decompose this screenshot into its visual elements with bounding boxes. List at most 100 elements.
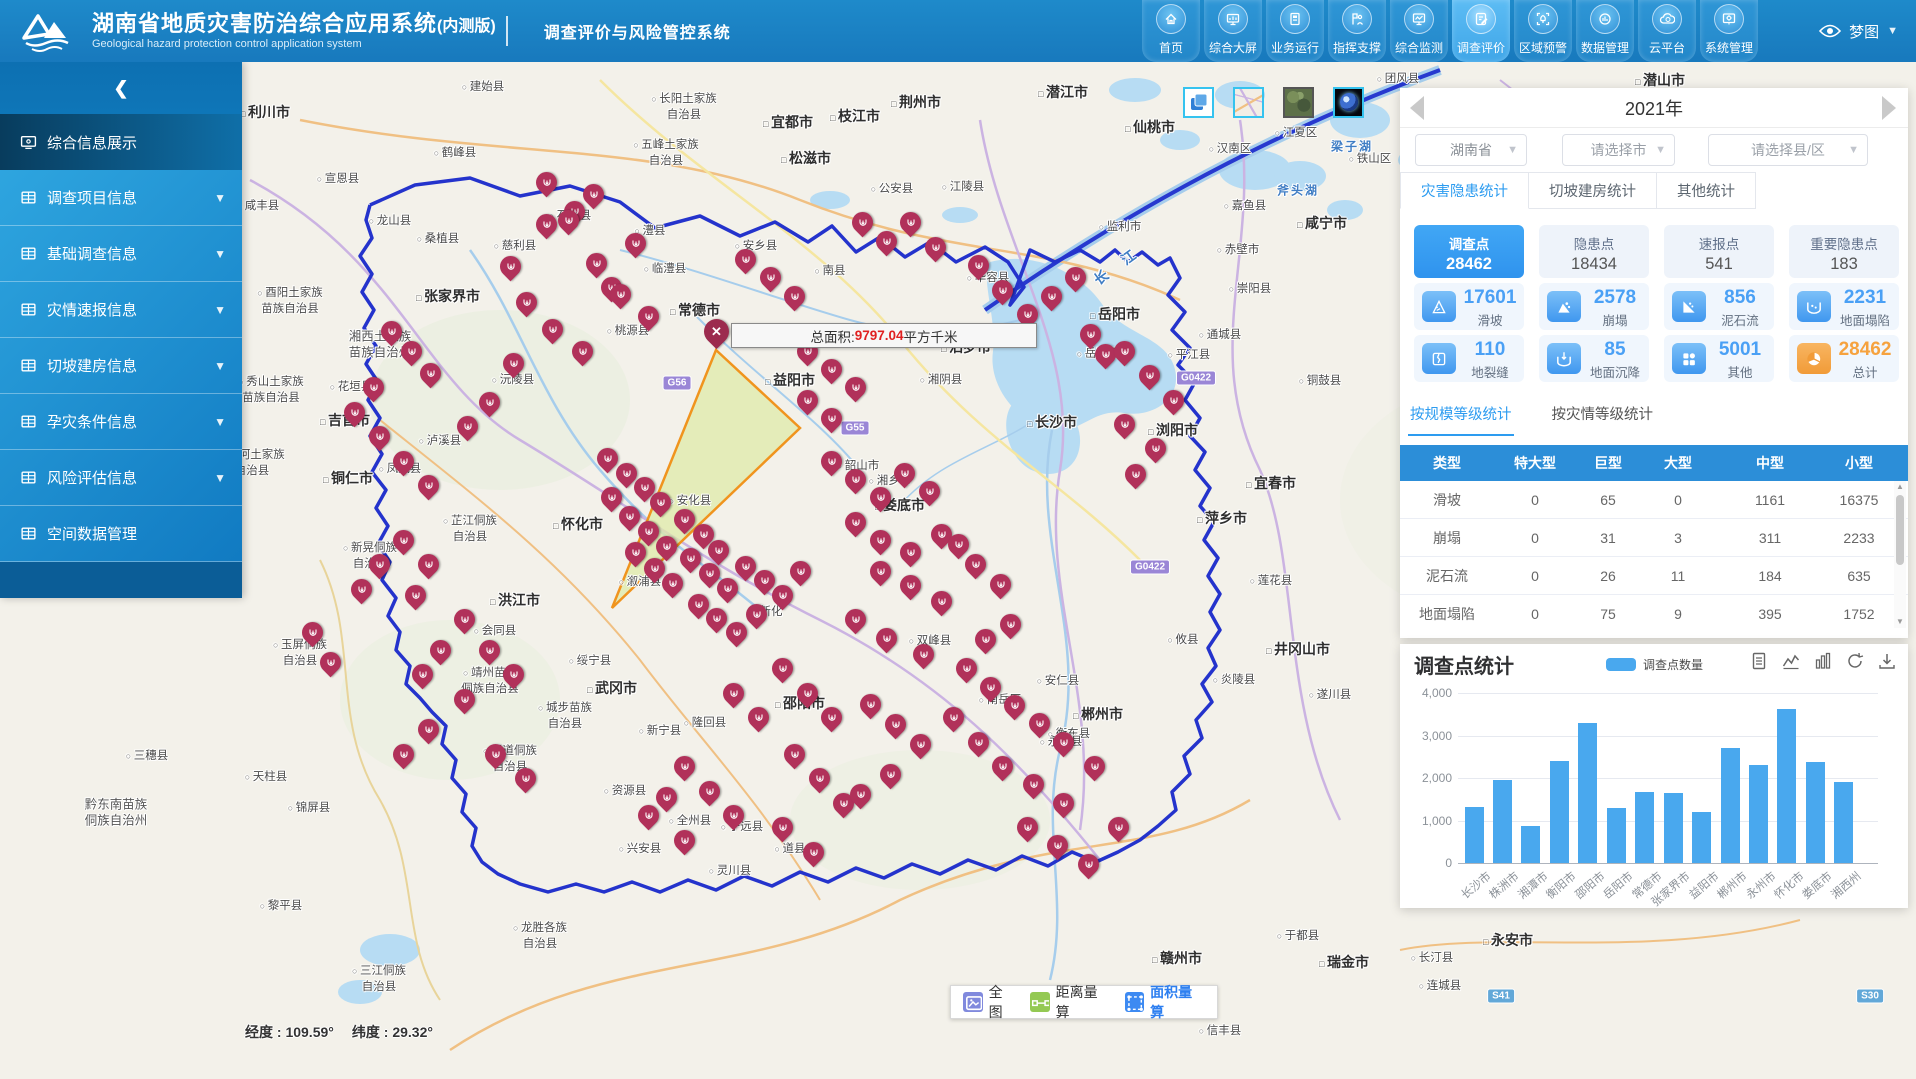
point-card-2[interactable]: 隐患点18434: [1539, 225, 1649, 278]
distance-measure-icon: [1031, 993, 1049, 1011]
bar-怀化市[interactable]: [1777, 709, 1796, 863]
chevron-down-icon: ▼: [214, 415, 226, 429]
menu-grid-icon: [20, 301, 37, 318]
line-chart-icon[interactable]: [1782, 652, 1800, 670]
table-row: 泥石流02611184635: [1400, 557, 1908, 595]
bar-株洲市[interactable]: [1493, 780, 1512, 863]
bar-湘西州[interactable]: [1834, 782, 1853, 863]
nav-tab-2[interactable]: 综合大屏: [1204, 0, 1262, 62]
bar-长沙市[interactable]: [1465, 807, 1484, 863]
street-map-thumb[interactable]: [1233, 87, 1264, 118]
county-select[interactable]: 请选择县/区▼: [1708, 134, 1868, 166]
map-toolbar: 全图距离量算面积量算: [950, 985, 1218, 1019]
stat-tile-地裂缝: 110地裂缝: [1414, 335, 1524, 382]
sidebar-collapse-button[interactable]: ❮: [0, 62, 242, 114]
landslide-icon: [1422, 291, 1456, 322]
app-titles: 湖南省地质灾害防治综合应用系统 (内测版) Geological hazard …: [92, 12, 496, 50]
stats-tab-1[interactable]: 灾害隐患统计: [1400, 172, 1529, 209]
year-next-button[interactable]: [1882, 96, 1896, 120]
scroll-down-icon[interactable]: ▼: [1894, 616, 1906, 628]
bar-张家界市[interactable]: [1664, 793, 1683, 863]
nav-tab-5[interactable]: 综合监测: [1390, 0, 1448, 62]
x-axis-label: 娄底市: [1799, 868, 1836, 902]
legend-swatch: [1606, 658, 1636, 671]
chevron-down-icon: ▼: [1848, 144, 1859, 156]
point-card-4[interactable]: 重要隐患点183: [1789, 225, 1899, 278]
y-axis-tick: 2,000: [1408, 771, 1452, 785]
user-menu[interactable]: 梦图 ▼: [1819, 0, 1898, 62]
debris-flow-icon: [1680, 298, 1698, 316]
stats-tab-3[interactable]: 其他统计: [1657, 172, 1756, 209]
business-icon: [1287, 11, 1303, 27]
satellite-thumb[interactable]: [1283, 87, 1314, 118]
bar-chart-icon[interactable]: [1814, 652, 1832, 670]
table-cell: 75: [1576, 606, 1640, 622]
point-card-3[interactable]: 速报点541: [1664, 225, 1774, 278]
chart-legend[interactable]: 调查点数量: [1606, 656, 1703, 673]
bar-永州市[interactable]: [1749, 765, 1768, 863]
sidebar-item-1[interactable]: 综合信息展示: [0, 114, 242, 170]
bar-益阳市[interactable]: [1692, 812, 1711, 863]
table-subtab-2[interactable]: 按灾情等级统计: [1550, 395, 1656, 436]
bar-衡阳市[interactable]: [1550, 761, 1569, 863]
home-icon: [1156, 4, 1186, 34]
sidebar-item-6[interactable]: 孕灾条件信息▼: [0, 394, 242, 450]
sidebar-item-8[interactable]: 空间数据管理: [0, 506, 242, 562]
subsidence-icon: [1547, 343, 1581, 374]
nav-tab-10[interactable]: 系统管理: [1700, 0, 1758, 62]
app-logo-icon: [16, 8, 78, 54]
bar-邵阳市[interactable]: [1578, 723, 1597, 863]
nav-tab-3[interactable]: 业务运行: [1266, 0, 1324, 62]
layers-icon[interactable]: [1183, 87, 1214, 118]
table-scrollbar[interactable]: ▲ ▼: [1894, 481, 1906, 628]
subsidence-icon: [1555, 350, 1573, 368]
monitor-icon: [1404, 4, 1434, 34]
nav-tab-6[interactable]: 调查评价: [1452, 0, 1510, 62]
download-icon[interactable]: [1878, 652, 1896, 670]
sidebar-item-2[interactable]: 调查项目信息▼: [0, 170, 242, 226]
menu-grid-icon: [20, 525, 37, 542]
sidebar-item-7[interactable]: 风险评估信息▼: [0, 450, 242, 506]
map-tool-2[interactable]: 距离量算: [1030, 982, 1111, 1022]
menu-grid-icon: [20, 245, 37, 262]
stats-tab-2[interactable]: 切坡建房统计: [1529, 172, 1657, 209]
bar-常德市[interactable]: [1635, 792, 1654, 863]
province-select[interactable]: 湖南省▼: [1415, 134, 1527, 166]
table-cell: 泥石流: [1400, 566, 1494, 586]
total-pie-icon: [1797, 343, 1831, 374]
bar-岳阳市[interactable]: [1607, 808, 1626, 863]
nav-tab-9[interactable]: 云平台: [1638, 0, 1696, 62]
nav-tab-8[interactable]: 数据管理: [1576, 0, 1634, 62]
sidebar-item-5[interactable]: 切坡建房信息▼: [0, 338, 242, 394]
year-prev-button[interactable]: [1410, 96, 1424, 120]
table-cell: 3: [1640, 530, 1716, 546]
sidebar-item-4[interactable]: 灾情速报信息▼: [0, 282, 242, 338]
bar-娄底市[interactable]: [1806, 762, 1825, 863]
nav-tab-7[interactable]: 区域预警: [1514, 0, 1572, 62]
globe-thumb[interactable]: [1333, 87, 1364, 118]
sidebar-item-3[interactable]: 基础调查信息▼: [0, 226, 242, 282]
map-tool-1[interactable]: 全图: [963, 982, 1016, 1022]
scroll-up-icon[interactable]: ▲: [1894, 481, 1906, 493]
table-cell: 635: [1824, 568, 1894, 584]
sidebar: ❮ 综合信息展示调查项目信息▼基础调查信息▼灾情速报信息▼切坡建房信息▼孕灾条件…: [0, 62, 242, 598]
table-cell: 0: [1494, 530, 1576, 546]
table-column-header: 巨型: [1576, 453, 1640, 473]
region-filters: 湖南省▼ 请选择市▼ 请选择县/区▼: [1400, 128, 1908, 172]
data-view-icon[interactable]: [1750, 652, 1768, 670]
refresh-icon[interactable]: [1846, 652, 1864, 670]
bar-湘潭市[interactable]: [1521, 826, 1540, 863]
table-subtab-1[interactable]: 按规模等级统计: [1408, 395, 1514, 436]
nav-tab-1[interactable]: 首页: [1142, 0, 1200, 62]
scrollbar-thumb[interactable]: [1896, 495, 1904, 565]
point-card-1[interactable]: 调查点28462: [1414, 225, 1524, 278]
city-select[interactable]: 请选择市▼: [1562, 134, 1675, 166]
nav-tab-4[interactable]: 指挥支撑: [1328, 0, 1386, 62]
stats-tabs: 灾害隐患统计切坡建房统计其他统计: [1400, 172, 1756, 209]
system-icon: [1714, 4, 1744, 34]
chart-gridline: [1458, 863, 1878, 864]
map-tool-3[interactable]: 面积量算: [1125, 982, 1206, 1022]
x-axis-label: 岳阳市: [1600, 868, 1637, 902]
app-root: 利川市咸丰县宣恩县鹤峰县建始县长阳土家族 自治县五峰土家族 自治县宜都市枝江市荆…: [0, 0, 1916, 1079]
bar-郴州市[interactable]: [1721, 748, 1740, 863]
